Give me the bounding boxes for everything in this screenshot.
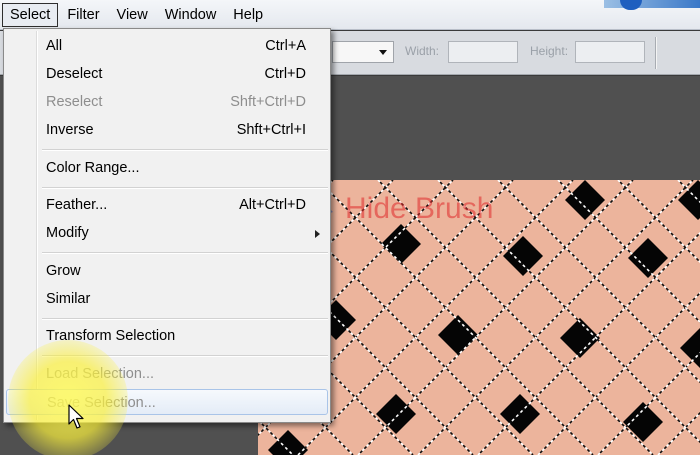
menu-separator <box>42 318 328 320</box>
menu-item-shortcut: Ctrl+D <box>264 66 307 82</box>
menu-item-modify[interactable]: Modify <box>6 220 328 246</box>
menu-item-label: Feather... <box>46 197 108 213</box>
width-field[interactable] <box>448 41 518 63</box>
menu-item-similar[interactable]: Similar <box>6 286 328 312</box>
submenu-arrow-icon <box>315 230 320 238</box>
cursor-highlight <box>8 340 128 455</box>
menu-item-color-range[interactable]: Color Range... <box>6 155 328 181</box>
chevron-down-icon <box>379 50 387 55</box>
menu-window[interactable]: Window <box>157 3 225 27</box>
menu-item-reselect[interactable]: Reselect Shft+Ctrl+D <box>6 89 328 115</box>
menu-item-deselect[interactable]: Deselect Ctrl+D <box>6 61 328 87</box>
menu-item-label: Deselect <box>46 66 103 82</box>
menu-bar: Select Filter View Window Help <box>0 0 700 30</box>
menu-separator <box>42 252 328 254</box>
window-control-fragment <box>620 0 642 10</box>
menu-item-label: Similar <box>46 291 91 307</box>
menu-item-shortcut: Shft+Ctrl+D <box>230 94 306 110</box>
menu-item-shortcut: Shft+Ctrl+I <box>236 122 306 138</box>
menu-item-all[interactable]: All Ctrl+A <box>6 33 328 59</box>
toolbar-divider <box>655 37 657 69</box>
menu-item-feather[interactable]: Feather... Alt+Ctrl+D <box>6 192 328 218</box>
menu-select[interactable]: Select <box>2 2 59 27</box>
menu-item-label: Inverse <box>46 122 94 138</box>
menu-item-grow[interactable]: Grow <box>6 258 328 284</box>
menu-item-shortcut: Alt+Ctrl+D <box>239 197 306 213</box>
width-label: Width: <box>405 44 440 58</box>
height-field[interactable] <box>575 41 645 63</box>
watermark-brand: Hide Brush <box>345 192 493 225</box>
menu-item-label: Modify <box>46 225 89 241</box>
height-label: Height: <box>530 44 569 58</box>
menu-item-inverse[interactable]: Inverse Shft+Ctrl+I <box>6 117 328 143</box>
menu-item-label: Reselect <box>46 94 103 110</box>
mouse-pointer-icon <box>68 404 84 429</box>
title-bar-fragment <box>604 0 700 8</box>
menu-separator <box>42 149 328 151</box>
menu-view[interactable]: View <box>109 3 156 27</box>
style-dropdown[interactable] <box>332 41 394 63</box>
menu-separator <box>42 187 328 189</box>
menu-item-label: Color Range... <box>46 160 140 176</box>
menu-item-label: Grow <box>46 263 81 279</box>
menu-item-label: All <box>46 38 63 54</box>
menu-filter[interactable]: Filter <box>59 3 107 27</box>
menu-help[interactable]: Help <box>225 3 271 27</box>
menu-item-shortcut: Ctrl+A <box>265 38 306 54</box>
